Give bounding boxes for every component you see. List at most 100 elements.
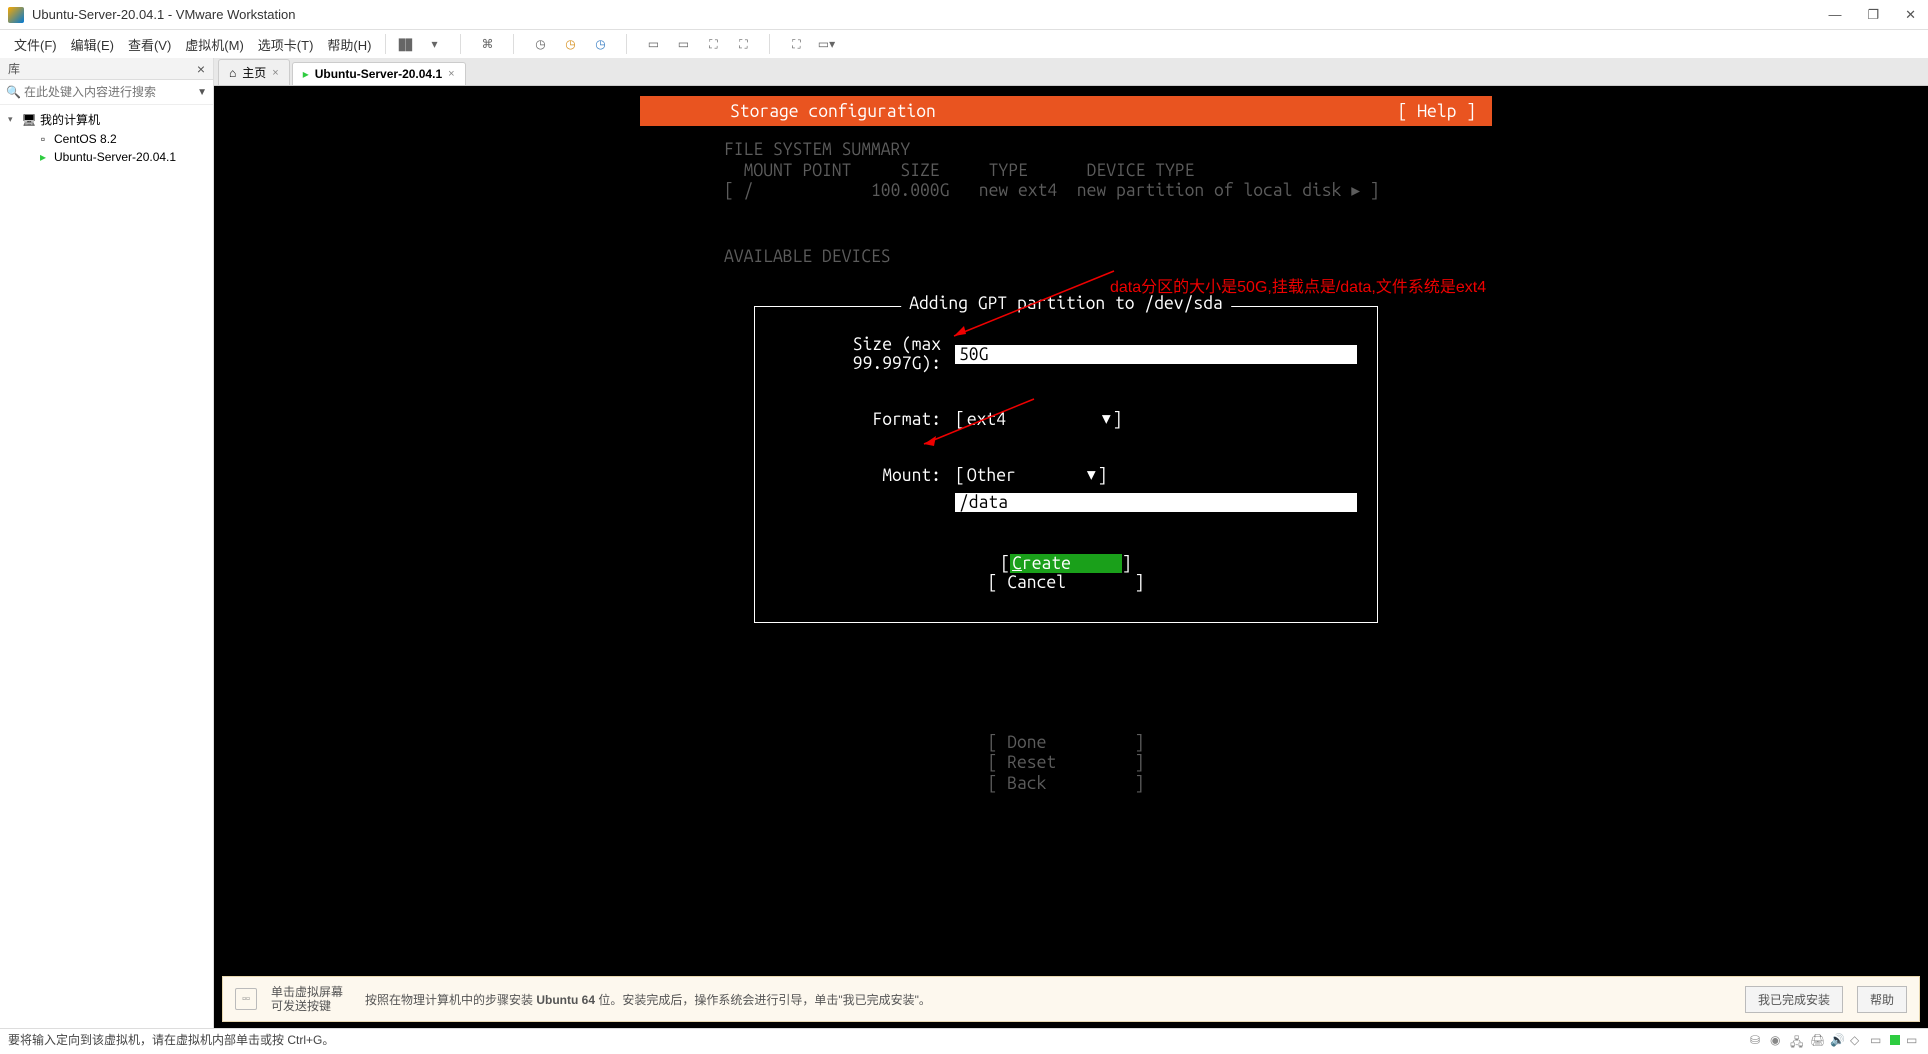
annotation-text: data分区的大小是50G,挂载点是/data,文件系统是ext4 xyxy=(1110,273,1486,297)
send-ctrl-alt-del-icon[interactable]: ⌘ xyxy=(477,34,497,54)
close-button[interactable]: ✕ xyxy=(1901,3,1920,27)
menu-help[interactable]: 帮助(H) xyxy=(321,31,377,58)
printer-icon[interactable]: 🖨 xyxy=(1810,1033,1824,1047)
library-close-icon[interactable]: × xyxy=(197,61,205,77)
minimize-button[interactable]: — xyxy=(1824,3,1845,27)
usb-icon[interactable]: ◇ xyxy=(1850,1033,1864,1047)
bracket: ] xyxy=(1098,466,1108,485)
expand-icon[interactable]: ▾ xyxy=(8,114,18,125)
installer-title: Storage configuration xyxy=(730,102,936,121)
menu-file[interactable]: 文件(F) xyxy=(8,31,63,58)
tree-item-centos[interactable]: ▫ CentOS 8.2 xyxy=(0,130,213,148)
tree-item-label: Ubuntu-Server-20.04.1 xyxy=(54,150,176,164)
tab-close-icon[interactable]: × xyxy=(448,68,454,80)
hint-pre: 按照在物理计算机中的步骤安装 xyxy=(365,993,536,1007)
available-devices-title: AVAILABLE DEVICES xyxy=(640,247,1492,266)
vmware-app-icon xyxy=(8,7,24,23)
hint-click-text: 单击虚拟屏幕可发送按键 xyxy=(271,985,351,1014)
mount-input[interactable]: /data xyxy=(955,493,1357,512)
fullscreen-icon[interactable]: ⛶ xyxy=(786,34,806,54)
installer-footer-buttons: [ Done ] [ Reset ] [ Back ] xyxy=(640,733,1492,793)
vm-console[interactable]: Storage configuration [ Help ] FILE SYST… xyxy=(214,86,1928,1028)
done-button[interactable]: [ Done ] xyxy=(640,733,1492,753)
help-button[interactable]: [ Help ] xyxy=(1398,102,1476,121)
library-search-input[interactable] xyxy=(20,83,197,101)
tab-close-icon[interactable]: × xyxy=(272,67,278,79)
tab-ubuntu-server[interactable]: ▸ Ubuntu-Server-20.04.1 × xyxy=(292,62,466,85)
view-console-icon[interactable]: ▭ xyxy=(673,34,693,54)
hint-wrapper: ▫▫ 单击虚拟屏幕可发送按键 按照在物理计算机中的步骤安装 Ubuntu 64 … xyxy=(0,970,1928,1028)
vm-icon: ▫ xyxy=(36,132,50,146)
view-unity-icon[interactable]: ⛶ xyxy=(703,34,723,54)
tab-strip: ⌂ 主页 × ▸ Ubuntu-Server-20.04.1 × xyxy=(214,58,1928,86)
dropdown-icon[interactable]: ▾ xyxy=(424,34,444,54)
mount-select[interactable]: [ Other ▾ ] xyxy=(955,465,1107,485)
menu-edit[interactable]: 编辑(E) xyxy=(65,31,120,58)
maximize-button[interactable]: ❐ xyxy=(1863,3,1883,27)
tree-root-label: 我的计算机 xyxy=(40,111,100,128)
installer-body: FILE SYSTEM SUMMARY MOUNT POINT SIZE TYP… xyxy=(640,126,1492,794)
network-icon[interactable]: 🖧 xyxy=(1790,1033,1804,1047)
tab-label: Ubuntu-Server-20.04.1 xyxy=(315,67,442,81)
btn-row: [ Create ] xyxy=(767,554,1365,573)
installer-header: Storage configuration [ Help ] xyxy=(640,96,1492,126)
status-text: 要将输入定向到该虚拟机，请在虚拟机内部单击或按 Ctrl+G。 xyxy=(8,1031,1750,1048)
disk-icon[interactable]: ⛁ xyxy=(1750,1033,1764,1047)
chevron-down-icon: ▾ xyxy=(1085,465,1098,485)
display-icon[interactable]: ▭ xyxy=(1870,1033,1884,1047)
home-icon: ⌂ xyxy=(229,66,236,80)
hint-main-text: 按照在物理计算机中的步骤安装 Ubuntu 64 位。安装完成后，操作系统会进行… xyxy=(365,991,1731,1008)
reset-button[interactable]: [ Reset ] xyxy=(640,753,1492,773)
menu-vm[interactable]: 虚拟机(M) xyxy=(179,31,250,58)
menu-view[interactable]: 查看(V) xyxy=(122,31,177,58)
view-single-icon[interactable]: ▭ xyxy=(643,34,663,54)
separator xyxy=(460,34,461,54)
library-title: 库 xyxy=(8,60,20,77)
annotation-arrow-1 xyxy=(944,266,1124,346)
back-button[interactable]: [ Back ] xyxy=(640,774,1492,794)
toolbar: ▮▮ ▾ ⌘ ◷ ◷ ◷ ▭ ▭ ⛶ ⛶ ⛶ ▭▾ xyxy=(394,34,836,54)
install-done-button[interactable]: 我已完成安装 xyxy=(1745,986,1843,1013)
cd-icon[interactable]: ◉ xyxy=(1770,1033,1784,1047)
hint-bold: Ubuntu 64 xyxy=(536,993,595,1007)
statusbar: 要将输入定向到该虚拟机，请在虚拟机内部单击或按 Ctrl+G。 ⛁ ◉ 🖧 🖨 … xyxy=(0,1028,1928,1050)
click-screen-icon: ▫▫ xyxy=(235,988,257,1010)
separator xyxy=(626,34,627,54)
bracket: ] xyxy=(1122,554,1132,573)
separator xyxy=(513,34,514,54)
vm-running-icon: ▸ xyxy=(303,67,309,81)
help-button[interactable]: 帮助 xyxy=(1857,986,1907,1013)
sound-icon[interactable]: 🔊 xyxy=(1830,1033,1844,1047)
mount-label: Mount: xyxy=(767,466,955,485)
vm-status-indicator xyxy=(1890,1035,1900,1045)
search-dropdown-icon[interactable]: ▼ xyxy=(197,87,207,98)
filesystem-row-root[interactable]: [ / 100.000G new ext4 new partition of l… xyxy=(640,181,1492,201)
hint-bar: ▫▫ 单击虚拟屏幕可发送按键 按照在物理计算机中的步骤安装 Ubuntu 64 … xyxy=(222,976,1920,1022)
filesystem-summary-title: FILE SYSTEM SUMMARY xyxy=(640,140,1492,159)
library-header: 库 × xyxy=(0,58,213,80)
tree-item-ubuntu[interactable]: ▸ Ubuntu-Server-20.04.1 xyxy=(0,148,213,166)
menu-tabs[interactable]: 选项卡(T) xyxy=(252,31,320,58)
cancel-button[interactable]: [ Cancel ] xyxy=(988,573,1145,592)
stretch-icon[interactable]: ▭▾ xyxy=(816,34,836,54)
pause-icon[interactable]: ▮▮ xyxy=(394,34,414,54)
snapshot-icon[interactable]: ◷ xyxy=(530,34,550,54)
tree-root-my-computer[interactable]: ▾ 🖥 我的计算机 xyxy=(0,109,213,130)
library-sidebar: 库 × 🔍 ▼ ▾ 🖥 我的计算机 ▫ CentOS 8.2 ▸ Ubuntu-… xyxy=(0,58,214,1028)
dialog-buttons: [ Create ] [ Cancel ] xyxy=(767,554,1365,592)
size-input[interactable]: 50G xyxy=(955,345,1357,364)
message-icon[interactable]: ▭ xyxy=(1906,1033,1920,1047)
create-button[interactable]: Create xyxy=(1010,554,1122,573)
size-label: Size (max 99.997G): xyxy=(767,335,955,373)
snapshot-revert-icon[interactable]: ◷ xyxy=(560,34,580,54)
library-tree: ▾ 🖥 我的计算机 ▫ CentOS 8.2 ▸ Ubuntu-Server-2… xyxy=(0,105,213,170)
bracket: [ xyxy=(1000,554,1010,573)
mount-path-row: /data xyxy=(767,493,1365,512)
window-controls: — ❐ ✕ xyxy=(1824,3,1920,27)
snapshot-manager-icon[interactable]: ◷ xyxy=(590,34,610,54)
chevron-down-icon: ▾ xyxy=(1100,409,1113,429)
tab-label: 主页 xyxy=(242,64,266,81)
window-title: Ubuntu-Server-20.04.1 - VMware Workstati… xyxy=(32,7,1824,22)
tab-home[interactable]: ⌂ 主页 × xyxy=(218,59,290,85)
view-thumbnail-icon[interactable]: ⛶ xyxy=(733,34,753,54)
